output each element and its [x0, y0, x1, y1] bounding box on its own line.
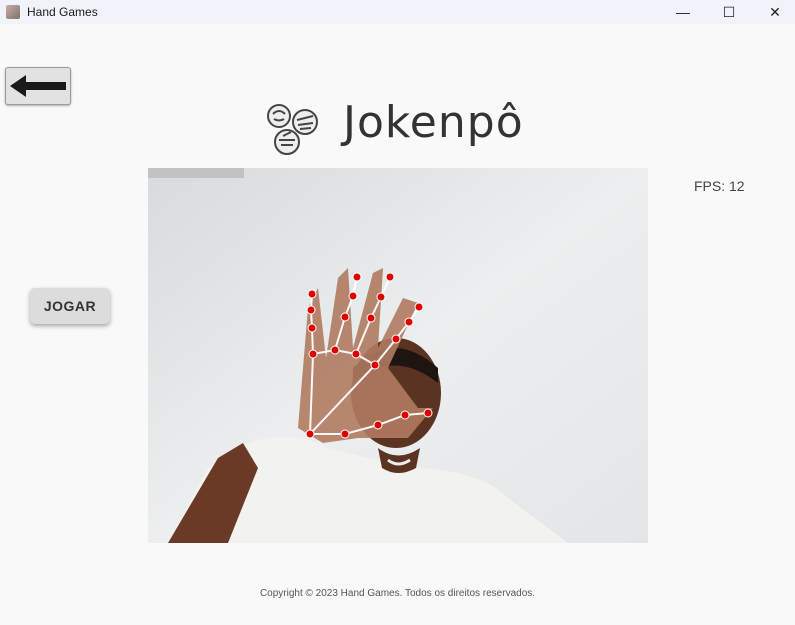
minimize-button[interactable]: — — [660, 0, 706, 24]
back-button[interactable] — [5, 67, 71, 105]
page-title: Jokenpô — [343, 97, 524, 148]
window-titlebar: Hand Games — ☐ ✕ — [0, 0, 795, 24]
camera-feed — [148, 168, 648, 543]
rock-paper-scissors-hands-icon — [265, 100, 323, 158]
close-button[interactable]: ✕ — [752, 0, 795, 24]
window-title: Hand Games — [27, 5, 98, 19]
footer-copyright: Copyright © 2023 Hand Games. Todos os di… — [259, 588, 536, 599]
play-button[interactable]: JOGAR — [30, 288, 110, 324]
fps-counter: FPS: 12 — [694, 178, 745, 194]
maximize-button[interactable]: ☐ — [706, 0, 752, 24]
app-icon — [6, 5, 20, 19]
arrow-left-icon — [10, 75, 66, 97]
